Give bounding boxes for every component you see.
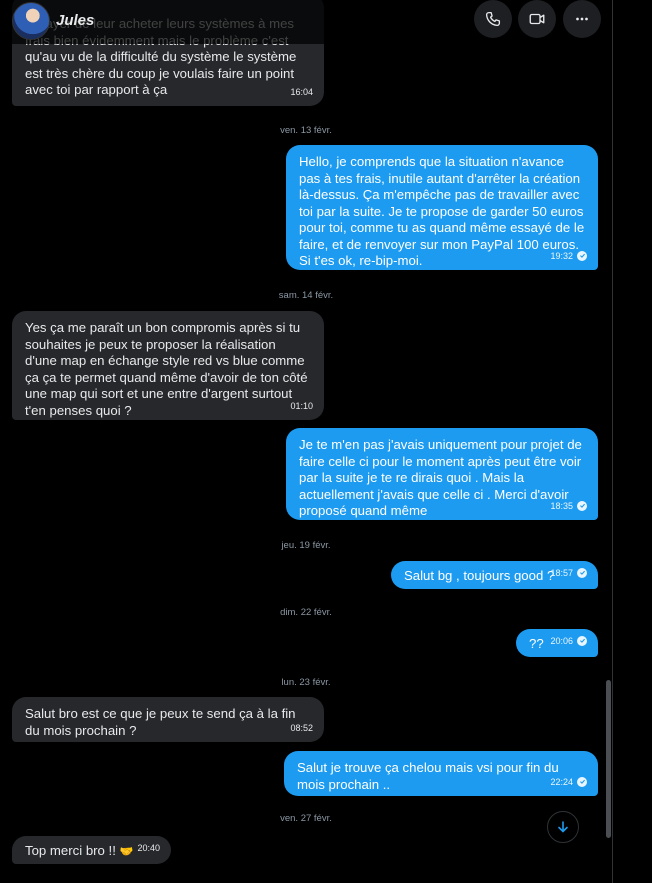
scrollbar-thumb[interactable]: [606, 680, 611, 838]
read-check-icon: [577, 500, 587, 511]
video-call-button[interactable]: [518, 0, 556, 38]
message-meta: 08:52: [290, 720, 313, 737]
message-incoming[interactable]: Top merci bro !! 🤝 20:40: [12, 836, 171, 864]
message-meta: 19:32: [550, 248, 587, 265]
handshake-emoji: 🤝: [119, 846, 134, 858]
message-time: 20:06: [550, 635, 573, 646]
call-button[interactable]: [474, 0, 512, 38]
message-meta: 20:06: [550, 633, 587, 650]
message-outgoing[interactable]: Salut bg , toujours good ? 18:57: [391, 561, 598, 589]
message-meta: 20:40: [137, 840, 160, 857]
message-meta: 18:35: [550, 498, 587, 515]
conversation-scroll-area[interactable]: essayer de leur acheter leurs systèmes à…: [0, 0, 612, 883]
right-panel: [612, 0, 652, 883]
message-time: 18:35: [550, 500, 573, 511]
message-outgoing[interactable]: Je te m'en pas j'avais uniquement pour p…: [286, 428, 598, 520]
conversation-header: Jules: [0, 0, 612, 44]
read-check-icon: [577, 567, 587, 578]
read-check-icon: [577, 776, 587, 787]
more-icon: [576, 17, 588, 21]
video-icon: [529, 13, 545, 25]
message-time: 01:10: [290, 400, 313, 411]
message-time: 22:24: [550, 776, 573, 787]
message-text: Salut je trouve ça chelou mais vsi pour …: [297, 760, 559, 792]
date-separator: sam. 14 févr.: [278, 290, 334, 301]
arrow-down-icon: [558, 821, 568, 833]
scroll-to-bottom-button[interactable]: [547, 811, 579, 843]
message-time: 20:40: [137, 842, 160, 853]
message-meta: 18:57: [550, 565, 587, 582]
message-incoming[interactable]: Salut bro est ce que je peux te send ça …: [12, 697, 324, 742]
phone-icon: [485, 11, 501, 27]
message-incoming[interactable]: Yes ça me paraît un bon compromis après …: [12, 311, 324, 420]
message-outgoing[interactable]: Hello, je comprends que la situation n'a…: [286, 145, 598, 270]
date-separator: ven. 13 févr.: [280, 125, 332, 136]
avatar[interactable]: [12, 2, 50, 40]
message-outgoing[interactable]: ?? 20:06: [516, 629, 598, 657]
message-time: 16:04: [290, 86, 313, 97]
message-text: Yes ça me paraît un bon compromis après …: [25, 320, 308, 418]
date-separator: dim. 22 févr.: [280, 607, 332, 618]
message-time: 08:52: [290, 722, 313, 733]
message-time: 19:32: [550, 250, 573, 261]
message-text: Salut bg , toujours good ?: [404, 568, 555, 583]
message-text: Salut bro est ce que je peux te send ça …: [25, 706, 296, 738]
message-text: Top merci bro !!: [25, 843, 116, 858]
contact-name[interactable]: Jules: [56, 12, 94, 29]
read-check-icon: [577, 635, 587, 646]
message-meta: 01:10: [290, 398, 313, 415]
date-separator: ven. 27 févr.: [280, 813, 332, 824]
date-separator: lun. 23 févr.: [281, 677, 331, 688]
read-check-icon: [577, 250, 587, 261]
date-separator: jeu. 19 févr.: [281, 540, 331, 551]
message-text: ??: [529, 636, 544, 651]
message-text: Hello, je comprends que la situation n'a…: [299, 154, 585, 268]
message-outgoing[interactable]: Salut je trouve ça chelou mais vsi pour …: [284, 751, 598, 796]
message-time: 18:57: [550, 567, 573, 578]
message-meta: 16:04: [290, 84, 313, 101]
more-options-button[interactable]: [563, 0, 601, 38]
message-text: Je te m'en pas j'avais uniquement pour p…: [299, 437, 582, 518]
message-meta: 22:24: [550, 774, 587, 791]
